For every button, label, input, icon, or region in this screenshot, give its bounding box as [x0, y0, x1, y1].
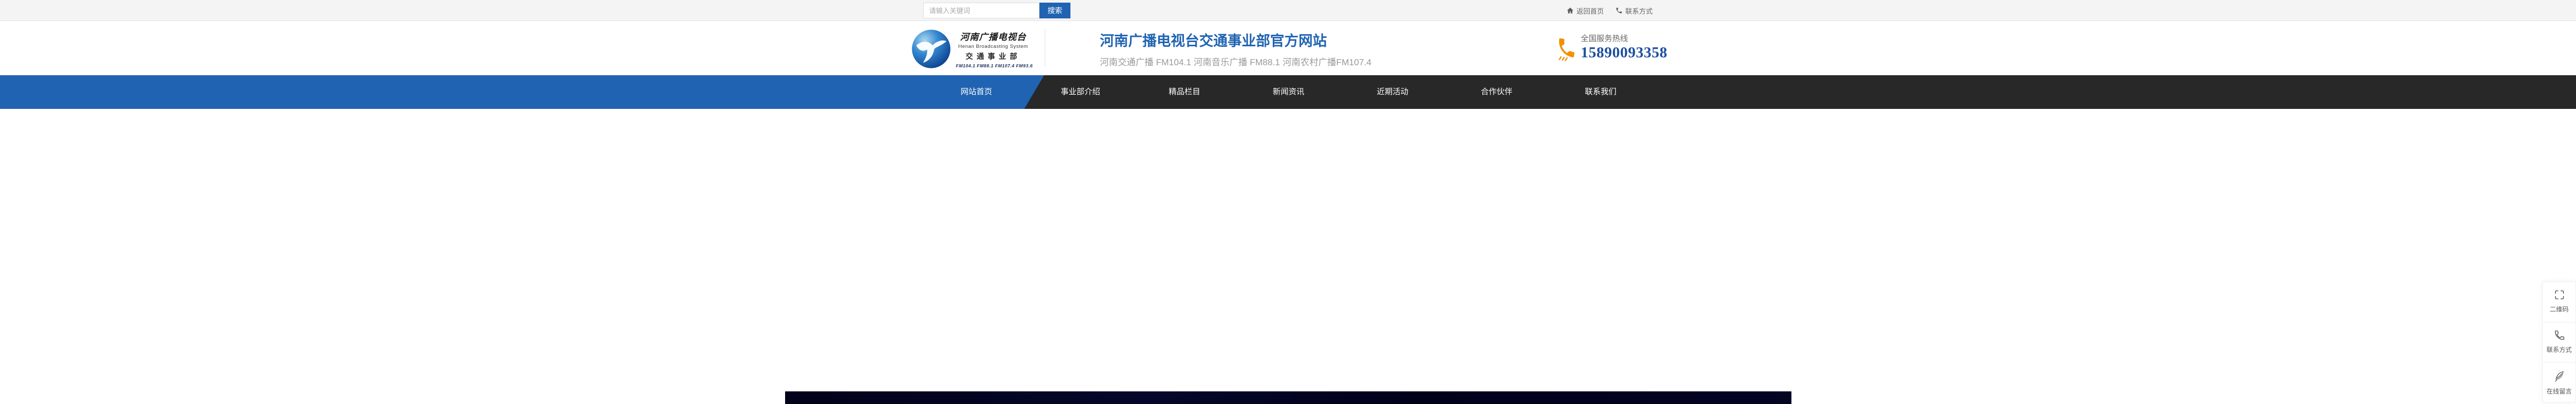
search-input[interactable]	[923, 3, 1039, 18]
home-link-label: 返回首页	[1576, 7, 1604, 15]
qr-code-icon	[2553, 289, 2565, 301]
contact-link[interactable]: 联系方式	[1615, 6, 1653, 16]
nav-item-label: 网站首页	[960, 87, 992, 96]
header-inner: 河南广播电视台 Henan Broadcasting System 交通事业部 …	[912, 21, 1667, 75]
nav-list: 网站首页 事业部介绍 精品栏目 新闻资讯 近期活动 合作伙伴 联系我们	[920, 75, 1656, 109]
contact-link-label: 联系方式	[1625, 7, 1653, 15]
phone-outline-icon	[2553, 329, 2565, 341]
hotline-phone-icon	[1559, 38, 1575, 61]
logo-globe-icon	[912, 29, 951, 68]
nav-item-programs[interactable]: 精品栏目	[1132, 75, 1237, 109]
quill-icon	[2552, 369, 2566, 383]
side-item-qrcode[interactable]: 二维码	[2543, 282, 2575, 322]
nav-item-events[interactable]: 近期活动	[1341, 75, 1445, 109]
search-group: 搜索	[923, 3, 1070, 18]
logo-text: 河南广播电视台 Henan Broadcasting System 交通事业部 …	[956, 29, 1033, 68]
search-button[interactable]: 搜索	[1039, 3, 1070, 18]
nav-item-label: 近期活动	[1376, 87, 1408, 96]
hero-banner-image	[785, 391, 1791, 404]
logo-freq-text: FM104.1 FM88.1 FM107.4 FM93.6	[956, 63, 1033, 68]
nav-item-label: 合作伙伴	[1480, 87, 1512, 96]
side-item-label: 联系方式	[2546, 346, 2572, 354]
nav-item-home[interactable]: 网站首页	[924, 75, 1028, 109]
site-subtitle: 河南交通广播 FM104.1 河南音乐广播 FM88.1 河南农村广播FM107…	[1100, 57, 1372, 67]
nav-item-label: 精品栏目	[1168, 87, 1200, 96]
logo-en-text: Henan Broadcasting System	[958, 44, 1028, 49]
navbar: 网站首页 事业部介绍 精品栏目 新闻资讯 近期活动 合作伙伴 联系我们	[0, 75, 2576, 109]
logo-dept-text: 交通事业部	[965, 52, 1021, 60]
topbar-inner: 搜索 返回首页 联系方式	[920, 0, 1656, 21]
nav-item-partners[interactable]: 合作伙伴	[1445, 75, 1549, 109]
hotline-text: 全国服务热线 15890093358	[1581, 33, 1667, 62]
phone-icon	[1615, 7, 1623, 14]
logo-cn-text: 河南广播电视台	[960, 32, 1026, 42]
nav-item-about[interactable]: 事业部介绍	[1028, 75, 1132, 109]
side-item-label: 二维码	[2549, 306, 2569, 313]
hotline-number: 15890093358	[1581, 44, 1667, 61]
site-title-block: 河南广播电视台交通事业部官方网站 河南交通广播 FM104.1 河南音乐广播 F…	[1100, 29, 1372, 68]
nav-item-label: 事业部介绍	[1060, 87, 1100, 96]
side-item-message[interactable]: 在线留言	[2543, 362, 2575, 402]
topbar-links: 返回首页 联系方式	[1567, 0, 1653, 21]
nav-item-contact[interactable]: 联系我们	[1549, 75, 1653, 109]
side-item-label: 在线留言	[2546, 388, 2572, 395]
home-icon	[1567, 7, 1574, 14]
page: 搜索 返回首页 联系方式	[0, 0, 2576, 404]
nav-item-label: 新闻资讯	[1272, 87, 1304, 96]
hotline-label: 全国服务热线	[1581, 34, 1629, 43]
logo[interactable]: 河南广播电视台 Henan Broadcasting System 交通事业部 …	[911, 28, 1033, 69]
nav-item-label: 联系我们	[1584, 87, 1616, 96]
header: 河南广播电视台 Henan Broadcasting System 交通事业部 …	[0, 21, 2576, 75]
hotline: 全国服务热线 15890093358	[1554, 33, 1667, 62]
home-link[interactable]: 返回首页	[1567, 6, 1604, 16]
nav-item-news[interactable]: 新闻资讯	[1237, 75, 1341, 109]
site-title: 河南广播电视台交通事业部官方网站	[1100, 33, 1327, 49]
topbar: 搜索 返回首页 联系方式	[0, 0, 2576, 21]
side-panel: 二维码 联系方式 在线留言	[2542, 281, 2576, 402]
content	[0, 391, 2576, 404]
side-item-contact[interactable]: 联系方式	[2543, 322, 2575, 362]
